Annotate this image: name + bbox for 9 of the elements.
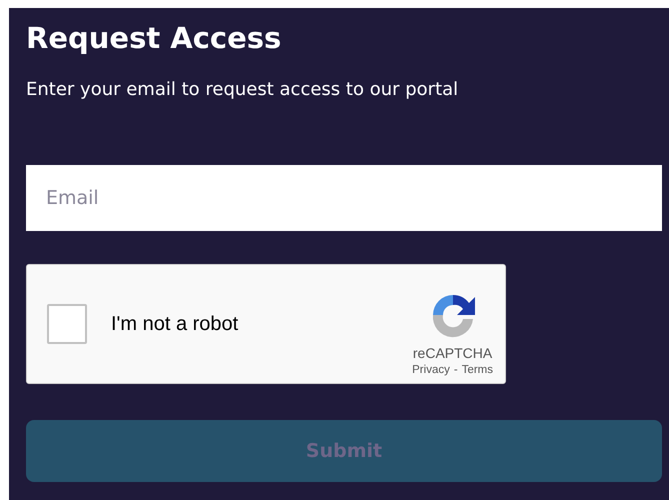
terms-link[interactable]: Terms	[462, 364, 493, 376]
captcha-checkbox[interactable]	[47, 304, 87, 344]
page-title: Request Access	[26, 20, 282, 56]
email-field[interactable]: Email	[26, 165, 662, 231]
link-separator: -	[454, 364, 458, 376]
page-subtitle: Enter your email to request access to our portal	[26, 78, 458, 102]
captcha-label: I'm not a robot	[111, 312, 240, 336]
privacy-link[interactable]: Privacy	[412, 364, 450, 376]
captcha-brand: reCAPTCHA	[412, 344, 492, 360]
